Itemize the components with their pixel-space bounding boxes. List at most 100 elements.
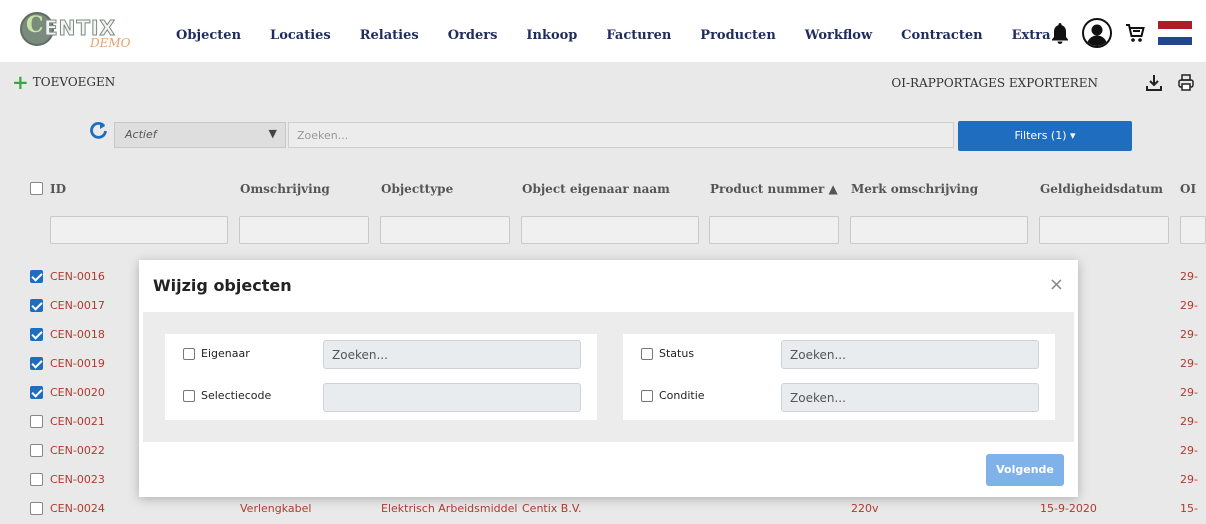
next-button[interactable]: Volgende xyxy=(986,454,1064,486)
eigenaar-checkbox[interactable] xyxy=(183,348,195,360)
row-id[interactable]: CEN-0018 xyxy=(50,328,105,341)
row-oi: 29- xyxy=(1180,328,1198,341)
row-checkbox[interactable] xyxy=(30,386,43,399)
col-omschrijving[interactable]: Omschrijving xyxy=(240,182,330,196)
row-id[interactable]: CEN-0021 xyxy=(50,415,105,428)
user-avatar-icon[interactable] xyxy=(1082,18,1112,48)
left-fields-panel: Eigenaar Zoeken... Selectiecode xyxy=(165,334,597,420)
row-omschrijving: Verlengkabel xyxy=(240,502,312,515)
row-objecttype: Elektrisch Arbeidsmiddel xyxy=(381,502,518,515)
nav-inkoop[interactable]: Inkoop xyxy=(526,28,577,43)
selectiecode-checkbox[interactable] xyxy=(183,390,195,402)
row-checkbox[interactable] xyxy=(30,328,43,341)
cart-icon[interactable] xyxy=(1124,22,1146,44)
selectiecode-label: Selectiecode xyxy=(201,389,272,402)
row-geldigheidsdatum: 15-9-2020 xyxy=(1040,502,1097,515)
conditie-search-input[interactable]: Zoeken... xyxy=(781,383,1039,412)
col-oi[interactable]: OI xyxy=(1180,182,1196,196)
export-oi-reports-link[interactable]: OI-RAPPORTAGES EXPORTEREN xyxy=(891,76,1098,90)
refresh-icon[interactable] xyxy=(88,120,108,145)
row-oi: 29- xyxy=(1180,386,1198,399)
row-id[interactable]: CEN-0023 xyxy=(50,473,105,486)
row-oi: 15- xyxy=(1180,502,1198,515)
row-oi: 29- xyxy=(1180,357,1198,370)
row-merk: 220v xyxy=(851,502,879,515)
filter-omschrijving-input[interactable] xyxy=(239,216,369,244)
filter-merk-input[interactable] xyxy=(850,216,1028,244)
row-id[interactable]: CEN-0022 xyxy=(50,444,105,457)
col-geldigheidsdatum[interactable]: Geldigheidsdatum xyxy=(1040,182,1163,196)
row-checkbox[interactable] xyxy=(30,299,43,312)
nav-relaties[interactable]: Relaties xyxy=(360,28,419,43)
filter-eigenaar-input[interactable] xyxy=(521,216,699,244)
status-search-input[interactable]: Zoeken... xyxy=(781,340,1039,369)
filter-id-input[interactable] xyxy=(50,216,228,244)
flag-nl-icon[interactable] xyxy=(1158,21,1192,45)
nav-workflow[interactable]: Workflow xyxy=(805,28,872,43)
eigenaar-search-input[interactable]: Zoeken... xyxy=(323,340,581,369)
nav-locaties[interactable]: Locaties xyxy=(270,28,331,43)
search-input[interactable]: Zoeken... xyxy=(288,122,954,148)
modal-title: Wijzig objecten xyxy=(153,276,292,295)
table-row[interactable]: CEN-0024 Verlengkabel Elektrisch Arbeids… xyxy=(0,494,1206,523)
col-merk-omschrijving[interactable]: Merk omschrijving xyxy=(851,182,978,196)
modal-body: Eigenaar Zoeken... Selectiecode Status Z… xyxy=(143,312,1074,442)
print-icon[interactable] xyxy=(1178,74,1194,95)
nav-orders[interactable]: Orders xyxy=(448,28,498,43)
row-oi: 29- xyxy=(1180,444,1198,457)
filter-oi-input[interactable] xyxy=(1180,216,1206,244)
nav-contracten[interactable]: Contracten xyxy=(901,28,982,43)
download-icon[interactable] xyxy=(1146,74,1162,95)
row-oi: 29- xyxy=(1180,270,1198,283)
filters-button[interactable]: Filters (1) ▾ xyxy=(958,121,1132,151)
row-oi: 29- xyxy=(1180,473,1198,486)
row-id[interactable]: CEN-0017 xyxy=(50,299,105,312)
nav-producten[interactable]: Producten xyxy=(700,28,775,43)
select-all-checkbox[interactable] xyxy=(30,182,43,195)
top-navbar: C ENTIX DEMO Objecten Locaties Relaties … xyxy=(0,0,1206,62)
filter-objecttype-input[interactable] xyxy=(380,216,510,244)
row-oi: 29- xyxy=(1180,299,1198,312)
col-objecttype[interactable]: Objecttype xyxy=(381,182,453,196)
logo-letter: C xyxy=(26,12,44,38)
conditie-checkbox[interactable] xyxy=(641,390,653,402)
close-icon[interactable]: × xyxy=(1049,274,1064,295)
row-oi: 29- xyxy=(1180,415,1198,428)
row-checkbox[interactable] xyxy=(30,415,43,428)
status-select-value: Actief xyxy=(125,128,157,141)
main-nav: Objecten Locaties Relaties Orders Inkoop… xyxy=(176,28,1080,43)
row-id[interactable]: CEN-0024 xyxy=(50,502,105,515)
row-checkbox[interactable] xyxy=(30,502,43,515)
col-object-eigenaar-naam[interactable]: Object eigenaar naam xyxy=(522,182,670,196)
add-button[interactable]: + TOEVOEGEN xyxy=(12,70,116,94)
eigenaar-label: Eigenaar xyxy=(201,347,250,360)
row-id[interactable]: CEN-0020 xyxy=(50,386,105,399)
header-icons xyxy=(1038,18,1192,48)
row-eigenaar: Centix B.V. xyxy=(522,502,582,515)
row-checkbox[interactable] xyxy=(30,473,43,486)
row-id[interactable]: CEN-0019 xyxy=(50,357,105,370)
row-checkbox[interactable] xyxy=(30,357,43,370)
row-checkbox[interactable] xyxy=(30,444,43,457)
filter-geldigheidsdatum-input[interactable] xyxy=(1039,216,1169,244)
column-filter-row xyxy=(0,216,1206,246)
nav-facturen[interactable]: Facturen xyxy=(606,28,671,43)
logo-demo-label: DEMO xyxy=(90,36,131,50)
row-checkbox[interactable] xyxy=(30,270,43,283)
chevron-down-icon: ▼ xyxy=(268,127,277,140)
plus-icon: + xyxy=(12,70,29,94)
action-toolbar: + TOEVOEGEN OI-RAPPORTAGES EXPORTEREN xyxy=(0,66,1206,100)
row-id[interactable]: CEN-0016 xyxy=(50,270,105,283)
bell-icon[interactable] xyxy=(1050,22,1070,44)
status-checkbox[interactable] xyxy=(641,348,653,360)
centix-logo[interactable]: C ENTIX DEMO xyxy=(20,10,150,52)
right-fields-panel: Status Zoeken... Conditie Zoeken... xyxy=(623,334,1055,420)
selectiecode-input[interactable] xyxy=(323,383,581,412)
edit-objects-modal: Wijzig objecten × Eigenaar Zoeken... Sel… xyxy=(139,260,1078,497)
nav-objecten[interactable]: Objecten xyxy=(176,28,241,43)
col-id[interactable]: ID xyxy=(50,182,66,196)
add-button-label: TOEVOEGEN xyxy=(32,75,116,89)
col-product-nummer[interactable]: Product nummer ▲ xyxy=(710,182,838,196)
status-select[interactable]: Actief ▼ xyxy=(114,122,286,148)
filter-product-nummer-input[interactable] xyxy=(709,216,839,244)
